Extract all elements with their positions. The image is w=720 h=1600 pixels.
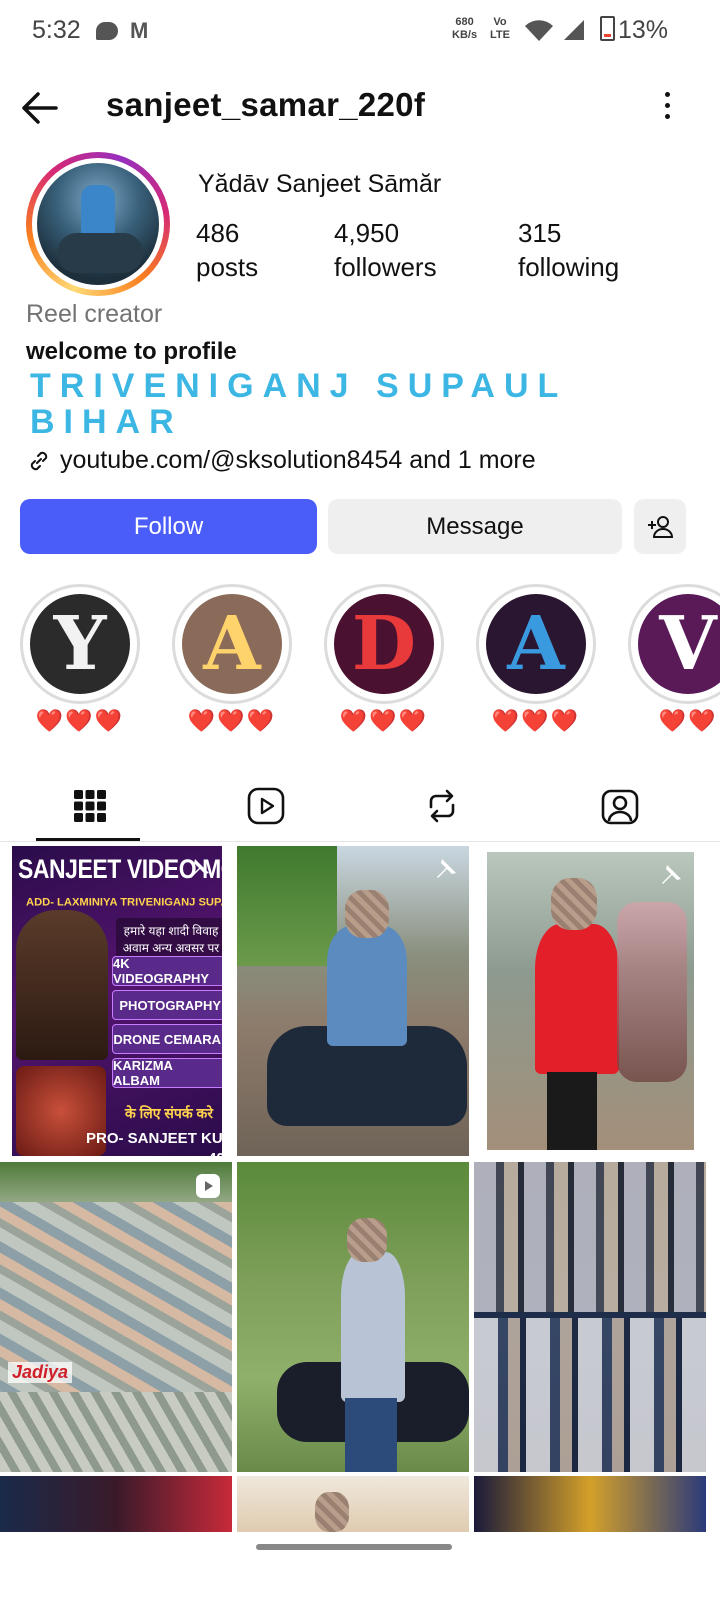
tab-grid[interactable]	[0, 770, 180, 842]
poster-item: DRONE CEMARA	[112, 1024, 222, 1054]
tagged-icon	[601, 789, 639, 825]
post-thumbnail[interactable]	[474, 1162, 706, 1472]
post-thumbnail[interactable]	[237, 846, 469, 1156]
battery-icon	[600, 16, 615, 41]
battery-percent: 13%	[618, 16, 669, 44]
pin-icon	[190, 859, 209, 878]
poster-pro-name: PRO- SANJEET KUMAR	[86, 1130, 222, 1147]
avatar-image	[37, 163, 159, 285]
poster-person-image	[16, 910, 108, 1060]
highlight-cover: Y	[30, 594, 130, 694]
reel-icon	[196, 1174, 220, 1198]
more-options-icon[interactable]	[660, 92, 674, 124]
bio-line-1: welcome to profile	[26, 338, 237, 365]
suggested-users-button[interactable]	[634, 499, 686, 554]
link-text[interactable]: youtube.com/@sksolution8454 and 1 more	[60, 446, 536, 475]
highlight-cover: A	[486, 594, 586, 694]
highlight-cover: V	[638, 594, 720, 694]
highlight-cover: A	[182, 594, 282, 694]
poster-cta: के लिए संपर्क करे	[125, 1105, 213, 1121]
post-thumbnail[interactable]	[0, 1476, 232, 1532]
profile-username: sanjeet_samar_220f	[106, 86, 426, 123]
signal-icon	[564, 20, 584, 40]
following-stat[interactable]: 315 following	[518, 216, 619, 284]
poster-item: KARIZMA ALBAM	[112, 1058, 222, 1088]
post-thumbnail[interactable]	[237, 1476, 469, 1532]
poster-address: ADD- LAXMINIYA TRIVENIGANJ SUPAUL	[26, 895, 222, 908]
pin-icon	[662, 865, 681, 884]
post-thumbnail[interactable]	[487, 852, 694, 1150]
poster-item: 4K VIDEOGRAPHY	[112, 956, 222, 986]
story-highlight[interactable]: A ❤️❤️❤️	[476, 584, 596, 733]
tab-reposts[interactable]	[352, 770, 532, 842]
message-button[interactable]: Message	[328, 499, 622, 554]
home-indicator[interactable]	[256, 1544, 452, 1550]
poster-hindi-text: हमारे यहा शादी विवाह अवाम अन्य अवसर पर	[116, 918, 222, 960]
network-speed: 680 KB/s	[452, 16, 478, 41]
status-time: 5:32	[32, 16, 81, 44]
highlight-label: ❤️❤️❤️	[35, 708, 125, 733]
post-thumbnail[interactable]: Jadiya	[0, 1162, 232, 1472]
link-icon	[30, 451, 48, 470]
back-arrow-icon[interactable]	[18, 88, 62, 128]
tab-reels[interactable]	[176, 770, 356, 842]
bio-line-2: TRIVENIGANJ SUPAUL BIHAR	[30, 367, 567, 441]
profile-avatar[interactable]	[26, 152, 170, 296]
gmail-notification-icon: M	[130, 18, 149, 43]
profile-tabs	[0, 770, 720, 842]
display-name: Yădāv Sanjeet Sāmăr	[198, 170, 442, 198]
highlight-cover: D	[334, 594, 434, 694]
post-caption-overlay: Jadiya	[8, 1362, 73, 1383]
post-thumbnail[interactable]	[237, 1162, 469, 1472]
highlight-cover-letter: Y	[53, 601, 107, 687]
poster-phone: 40	[208, 1150, 222, 1156]
story-highlight[interactable]: Y ❤️❤️❤️	[20, 584, 140, 733]
posts-stat: 486 posts	[196, 218, 259, 282]
highlight-label: ❤️❤️❤️	[491, 708, 581, 733]
highlight-cover-letter: V	[659, 601, 717, 687]
highlight-cover-letter: D	[351, 601, 417, 687]
grid-icon	[74, 790, 106, 822]
reels-icon	[247, 787, 285, 825]
active-tab-indicator	[36, 838, 140, 841]
add-person-icon	[648, 515, 674, 538]
post-thumbnail[interactable]: SANJEET VIDEO MOVI ADD- LAXMINIYA TRIVEN…	[12, 846, 222, 1156]
chat-notification-icon	[96, 22, 118, 40]
highlight-label: ❤️❤️❤️	[187, 708, 277, 733]
story-highlight[interactable]: D ❤️❤️❤️	[324, 584, 444, 733]
story-highlight[interactable]: V ❤️❤️	[628, 584, 720, 733]
poster-item: PHOTOGRAPHY	[112, 990, 222, 1020]
highlight-cover-letter: A	[507, 601, 565, 687]
profile-category: Reel creator	[26, 300, 163, 328]
status-bar: 5:32 M 680 KB/s Vo LTE 13%	[0, 0, 720, 64]
follow-button[interactable]: Follow	[20, 499, 317, 554]
highlight-label: ❤️❤️❤️	[339, 708, 429, 733]
highlight-label: ❤️❤️	[658, 708, 718, 733]
followers-stat[interactable]: 4,950 followers	[334, 216, 437, 284]
post-thumbnail[interactable]	[474, 1476, 706, 1532]
highlight-cover-letter: A	[203, 601, 261, 687]
volte-indicator: Vo LTE	[490, 16, 510, 41]
tab-tagged[interactable]	[530, 770, 710, 842]
pin-icon	[437, 859, 456, 878]
story-highlight[interactable]: A ❤️❤️❤️	[172, 584, 292, 733]
repost-icon	[429, 789, 455, 823]
wifi-icon	[525, 20, 553, 41]
profile-link[interactable]: youtube.com/@sksolution8454 and 1 more	[26, 446, 536, 475]
